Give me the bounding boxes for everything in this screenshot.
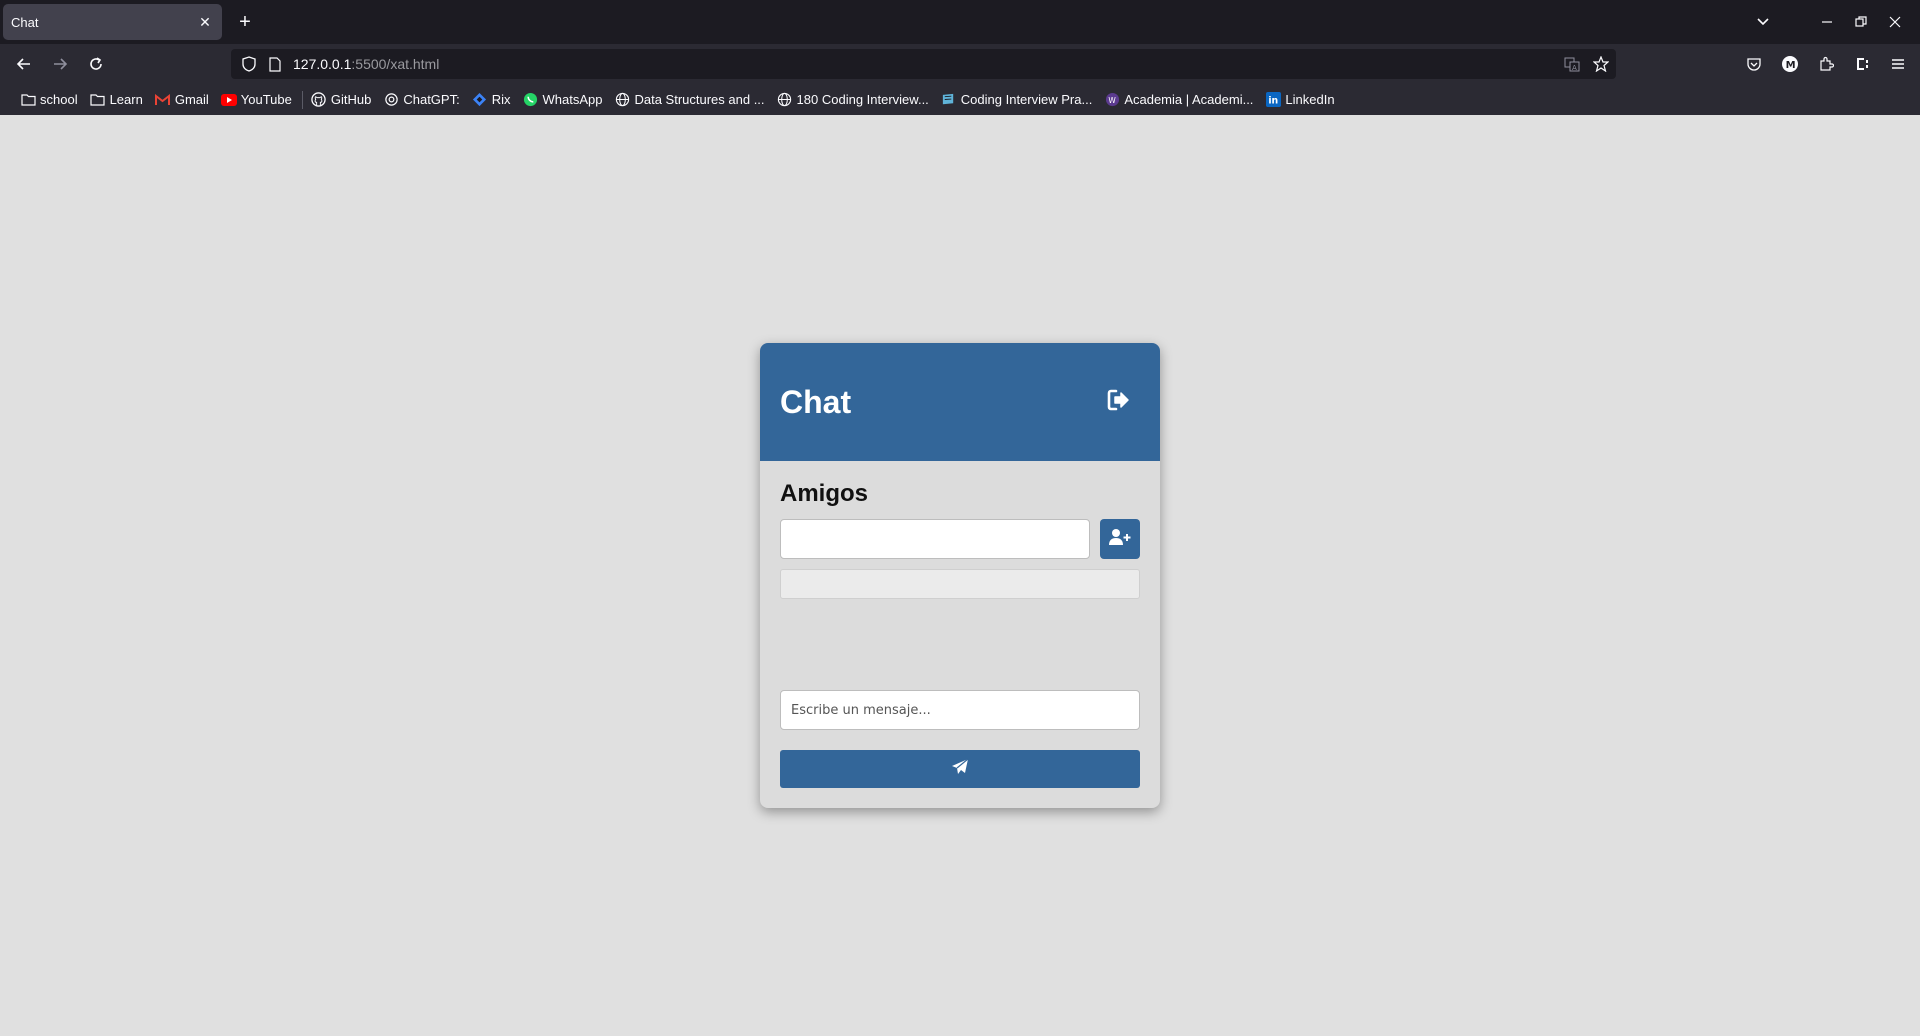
url-bar[interactable]: 127.0.0.1 :5500/xat.html A	[231, 49, 1616, 79]
account-avatar-icon[interactable]: M	[1772, 48, 1808, 80]
page-title: Chat	[780, 383, 852, 420]
menu-icon[interactable]	[1880, 48, 1916, 80]
chat-header: Chat	[760, 343, 1160, 461]
bookmark-learn[interactable]: Learn	[90, 92, 143, 108]
bookmark-label: Gmail	[174, 92, 209, 107]
bookmark-separator	[301, 90, 303, 109]
logout-button[interactable]	[1100, 382, 1140, 422]
folder-icon	[90, 92, 106, 108]
tab-title: Chat	[11, 14, 39, 30]
url-path: :5500/xat.html	[351, 56, 440, 72]
book-icon	[941, 92, 957, 108]
page-icon[interactable]	[263, 56, 287, 72]
svg-text:A: A	[1572, 64, 1577, 72]
bookmark-label: Learn	[109, 92, 143, 107]
whatsapp-icon	[522, 92, 538, 108]
translate-icon[interactable]: A	[1558, 56, 1586, 72]
friend-name-input[interactable]	[780, 519, 1090, 559]
bookmark-data-structures[interactable]: Data Structures and ...	[614, 92, 765, 108]
bookmark-academia[interactable]: W Academia | Academi...	[1104, 92, 1253, 108]
back-icon[interactable]	[8, 48, 40, 80]
toolbar-actions: M	[1736, 48, 1920, 80]
bookmark-label: Coding Interview Pra...	[960, 92, 1093, 107]
bookmark-label: 180 Coding Interview...	[796, 92, 929, 107]
academia-icon: W	[1104, 92, 1120, 108]
window-controls	[1746, 0, 1920, 44]
bookmark-whatsapp[interactable]: WhatsApp	[522, 92, 602, 108]
rix-icon	[472, 92, 488, 108]
bookmarks-toolbar: school Learn Gmail YouTube GitHub ChatGP…	[0, 84, 1920, 115]
bookmark-youtube[interactable]: YouTube	[220, 92, 292, 108]
globe-icon	[777, 92, 793, 108]
bookmark-star-icon[interactable]	[1586, 56, 1616, 72]
svg-text:M: M	[1786, 60, 1796, 71]
page-viewport: Chat Amigos	[0, 115, 1920, 1036]
youtube-icon	[220, 92, 237, 108]
browser-nav-bar: 127.0.0.1 :5500/xat.html A M	[0, 44, 1920, 84]
bookmark-linkedin[interactable]: in LinkedIn	[1265, 92, 1335, 108]
bookmark-label: school	[40, 92, 78, 107]
bookmark-label: YouTube	[240, 92, 292, 107]
bookmark-rix[interactable]: Rix	[472, 92, 511, 108]
paper-plane-icon	[951, 758, 969, 781]
tab-chat[interactable]: Chat ✕	[3, 4, 222, 40]
bookmark-label: Academia | Academi...	[1124, 92, 1254, 107]
bookmark-gmail[interactable]: Gmail	[155, 92, 209, 108]
bookmark-label: ChatGPT:	[403, 92, 460, 107]
list-all-tabs-icon[interactable]	[1746, 0, 1780, 44]
bookmark-label: WhatsApp	[542, 92, 603, 107]
new-tab-button[interactable]: +	[233, 9, 257, 35]
tab-close-icon[interactable]: ✕	[196, 14, 214, 31]
message-input[interactable]	[780, 690, 1140, 730]
gmail-icon	[155, 92, 171, 108]
friends-list[interactable]	[780, 569, 1140, 599]
bookmark-label: GitHub	[330, 92, 372, 107]
bookmark-chatgpt[interactable]: ChatGPT:	[383, 92, 460, 108]
svg-text:W: W	[1108, 96, 1116, 105]
send-button[interactable]	[780, 750, 1140, 788]
chatgpt-icon	[383, 92, 399, 108]
minimize-icon[interactable]	[1810, 0, 1844, 44]
bookmark-coding-interview-pra[interactable]: Coding Interview Pra...	[941, 92, 1093, 108]
container-extension-icon[interactable]	[1844, 48, 1880, 80]
bookmark-label: Data Structures and ...	[634, 92, 765, 107]
linkedin-icon: in	[1265, 92, 1281, 108]
shield-icon[interactable]	[235, 56, 263, 72]
add-friend-button[interactable]	[1100, 519, 1140, 559]
url-host: 127.0.0.1	[293, 56, 352, 72]
github-icon	[311, 92, 327, 108]
browser-tab-strip: Chat ✕ +	[0, 0, 1920, 44]
svg-text:in: in	[1268, 96, 1278, 107]
extensions-icon[interactable]	[1808, 48, 1844, 80]
close-window-icon[interactable]	[1878, 0, 1912, 44]
chat-card: Chat Amigos	[760, 343, 1160, 808]
folder-icon	[20, 92, 36, 108]
restore-icon[interactable]	[1844, 0, 1878, 44]
bookmark-180-coding[interactable]: 180 Coding Interview...	[777, 92, 929, 108]
bookmark-school[interactable]: school	[20, 92, 78, 108]
user-plus-icon	[1109, 528, 1131, 551]
bookmark-github[interactable]: GitHub	[311, 92, 371, 108]
friends-heading: Amigos	[780, 480, 869, 507]
reload-icon[interactable]	[80, 48, 112, 80]
bookmark-label: Rix	[491, 92, 511, 107]
forward-icon[interactable]	[44, 48, 76, 80]
logout-icon	[1107, 388, 1133, 417]
pocket-icon[interactable]	[1736, 48, 1772, 80]
bookmark-label: LinkedIn	[1285, 92, 1335, 107]
globe-icon	[614, 92, 630, 108]
